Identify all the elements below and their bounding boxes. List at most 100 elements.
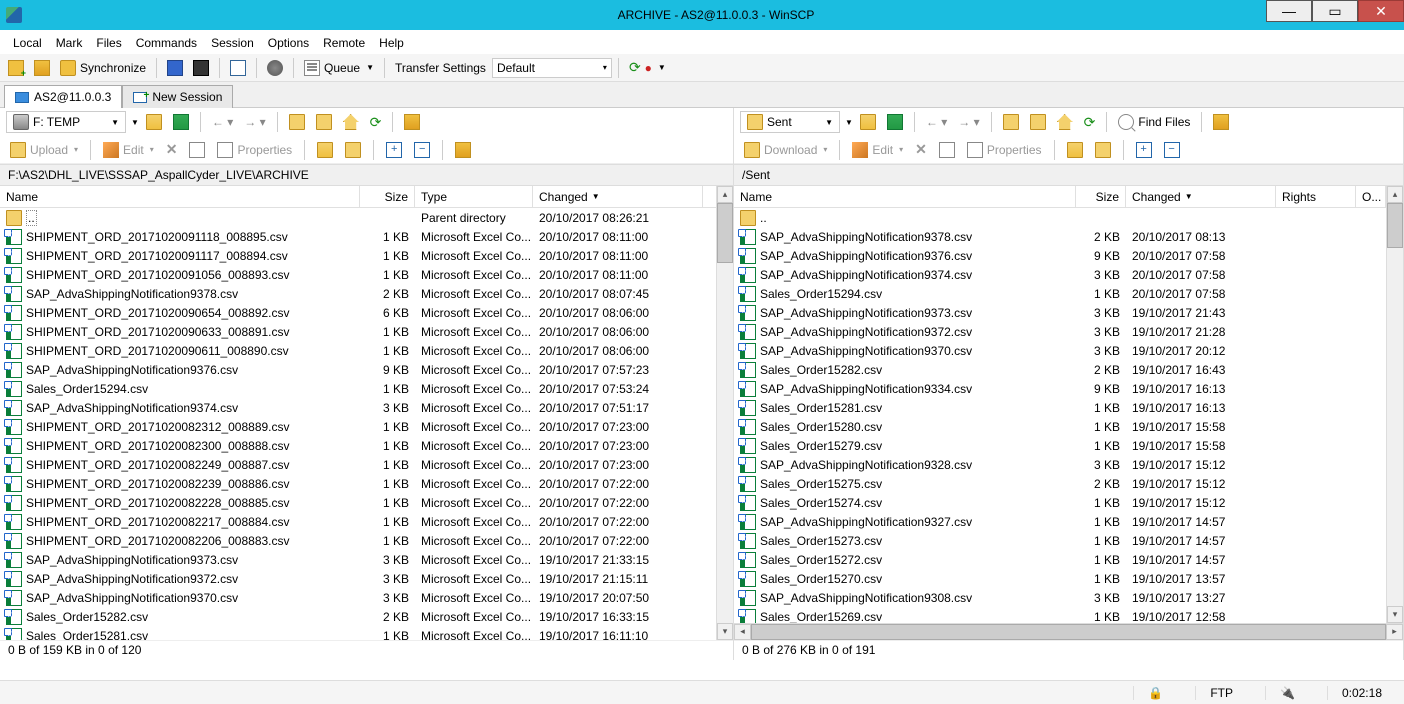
local-properties-button[interactable]: Properties bbox=[213, 140, 296, 160]
remote-home-icon[interactable] bbox=[1053, 112, 1077, 132]
local-unselectall-icon[interactable]: − bbox=[410, 140, 434, 160]
remote-history-button[interactable]: ▼ bbox=[845, 118, 853, 127]
list-item[interactable]: Sales_Order15272.csv1 KB19/10/2017 14:57 bbox=[734, 550, 1386, 569]
list-item[interactable]: SAP_AdvaShippingNotification9373.csv3 KB… bbox=[734, 303, 1386, 322]
minimize-button[interactable]: — bbox=[1266, 0, 1312, 22]
remote-hscrollbar[interactable]: ◂ ▸ bbox=[734, 623, 1403, 640]
parent-dir-row[interactable]: .. Parent directory 20/10/2017 08:26:21 bbox=[0, 208, 716, 227]
new-session-tab[interactable]: New Session bbox=[122, 85, 233, 108]
menu-session[interactable]: Session bbox=[204, 36, 261, 50]
local-newfile-icon[interactable] bbox=[341, 140, 365, 160]
local-tree-icon[interactable] bbox=[451, 140, 475, 160]
list-item[interactable]: SHIPMENT_ORD_20171020082239_008886.csv1 … bbox=[0, 474, 716, 493]
list-item[interactable]: SAP_AdvaShippingNotification9376.csv9 KB… bbox=[0, 360, 716, 379]
remote-col-rights[interactable]: Rights bbox=[1276, 186, 1356, 207]
list-item[interactable]: SAP_AdvaShippingNotification9372.csv3 KB… bbox=[0, 569, 716, 588]
list-item[interactable]: Sales_Order15281.csv1 KBMicrosoft Excel … bbox=[0, 626, 716, 640]
remote-parent-icon[interactable] bbox=[999, 112, 1023, 132]
list-item[interactable]: SHIPMENT_ORD_20171020090611_008890.csv1 … bbox=[0, 341, 716, 360]
list-item[interactable]: SAP_AdvaShippingNotification9370.csv3 KB… bbox=[0, 588, 716, 607]
maximize-button[interactable]: ▭ bbox=[1312, 0, 1358, 22]
list-item[interactable]: Sales_Order15273.csv1 KB19/10/2017 14:57 bbox=[734, 531, 1386, 550]
session-tab-active[interactable]: AS2@11.0.0.3 bbox=[4, 85, 122, 108]
preferences-icon[interactable] bbox=[263, 58, 287, 78]
transfer-settings-select[interactable]: Default▾ bbox=[492, 58, 612, 78]
list-item[interactable]: SAP_AdvaShippingNotification9378.csv2 KB… bbox=[734, 227, 1386, 246]
list-item[interactable]: Sales_Order15280.csv1 KB19/10/2017 15:58 bbox=[734, 417, 1386, 436]
remote-properties-button[interactable]: Properties bbox=[963, 140, 1046, 160]
close-button[interactable]: ✕ bbox=[1358, 0, 1404, 22]
local-home-icon[interactable] bbox=[339, 112, 363, 132]
list-item[interactable]: SAP_AdvaShippingNotification9374.csv3 KB… bbox=[734, 265, 1386, 284]
list-item[interactable]: SHIPMENT_ORD_20171020082312_008889.csv1 … bbox=[0, 417, 716, 436]
local-back-button[interactable]: ← ▾ bbox=[208, 113, 237, 131]
remote-dir-select[interactable]: Sent ▼ bbox=[740, 111, 840, 133]
remote-path[interactable]: /Sent bbox=[734, 164, 1403, 186]
list-item[interactable]: Sales_Order15294.csv1 KBMicrosoft Excel … bbox=[0, 379, 716, 398]
list-item[interactable]: SAP_AdvaShippingNotification9378.csv2 KB… bbox=[0, 284, 716, 303]
local-scrollbar[interactable]: ▴ ▾ bbox=[716, 186, 733, 640]
list-item[interactable]: Sales_Order15282.csv2 KB19/10/2017 16:43 bbox=[734, 360, 1386, 379]
local-edit-button[interactable]: Edit ▾ bbox=[99, 140, 158, 160]
remote-scrollbar[interactable]: ▴ ▾ bbox=[1386, 186, 1403, 623]
local-rename-icon[interactable] bbox=[185, 140, 209, 160]
remote-refresh-icon[interactable]: ⟳ bbox=[1080, 112, 1100, 133]
local-bookmark-icon[interactable] bbox=[169, 112, 193, 132]
list-item[interactable]: Sales_Order15281.csv1 KB19/10/2017 16:13 bbox=[734, 398, 1386, 417]
list-item[interactable]: SHIPMENT_ORD_20171020082300_008888.csv1 … bbox=[0, 436, 716, 455]
list-item[interactable]: SHIPMENT_ORD_20171020090654_008892.csv6 … bbox=[0, 303, 716, 322]
list-item[interactable]: SAP_AdvaShippingNotification9334.csv9 KB… bbox=[734, 379, 1386, 398]
remote-bookmark-icon[interactable] bbox=[883, 112, 907, 132]
list-item[interactable]: SAP_AdvaShippingNotification9370.csv3 KB… bbox=[734, 341, 1386, 360]
menu-local[interactable]: Local bbox=[6, 36, 49, 50]
remote-syncremote-icon[interactable] bbox=[1209, 112, 1233, 132]
sites-icon[interactable] bbox=[30, 58, 54, 78]
list-item[interactable]: SAP_AdvaShippingNotification9327.csv1 KB… bbox=[734, 512, 1386, 531]
remote-selectall-icon[interactable]: + bbox=[1132, 140, 1156, 160]
list-item[interactable]: SHIPMENT_ORD_20171020090633_008891.csv1 … bbox=[0, 322, 716, 341]
local-filter-icon[interactable] bbox=[142, 112, 166, 132]
remote-unselectall-icon[interactable]: − bbox=[1160, 140, 1184, 160]
local-drive-select[interactable]: F: TEMP ▼ bbox=[6, 111, 126, 133]
queue-button[interactable]: Queue ▼ bbox=[300, 58, 378, 78]
list-item[interactable]: SAP_AdvaShippingNotification9376.csv9 KB… bbox=[734, 246, 1386, 265]
synchronize-button[interactable]: Synchronize bbox=[56, 58, 150, 78]
list-item[interactable]: SAP_AdvaShippingNotification9374.csv3 KB… bbox=[0, 398, 716, 417]
menu-options[interactable]: Options bbox=[261, 36, 316, 50]
local-forward-button[interactable]: → ▾ bbox=[240, 113, 269, 131]
drive-history-button[interactable]: ▼ bbox=[131, 118, 139, 127]
list-item[interactable]: Sales_Order15274.csv1 KB19/10/2017 15:12 bbox=[734, 493, 1386, 512]
list-item[interactable]: SAP_AdvaShippingNotification9372.csv3 KB… bbox=[734, 322, 1386, 341]
local-delete-icon[interactable]: ✕ bbox=[162, 139, 182, 160]
local-root-icon[interactable] bbox=[312, 112, 336, 132]
menu-help[interactable]: Help bbox=[372, 36, 411, 50]
list-item[interactable]: Sales_Order15279.csv1 KB19/10/2017 15:58 bbox=[734, 436, 1386, 455]
remote-newfile-icon[interactable] bbox=[1091, 140, 1115, 160]
remote-delete-icon[interactable]: ✕ bbox=[911, 139, 931, 160]
list-item[interactable]: SHIPMENT_ORD_20171020082228_008885.csv1 … bbox=[0, 493, 716, 512]
list-item[interactable]: SHIPMENT_ORD_20171020082249_008887.csv1 … bbox=[0, 455, 716, 474]
download-button[interactable]: Download ▾ bbox=[740, 140, 831, 160]
terminal1-icon[interactable] bbox=[163, 58, 187, 78]
list-item[interactable]: Sales_Order15269.csv1 KB19/10/2017 12:58 bbox=[734, 607, 1386, 623]
find-files-button[interactable]: Find Files bbox=[1114, 112, 1194, 132]
remote-rename-icon[interactable] bbox=[935, 140, 959, 160]
remote-newfolder-icon[interactable] bbox=[1063, 140, 1087, 160]
remote-col-name[interactable]: Name bbox=[734, 186, 1076, 207]
list-item[interactable]: Sales_Order15270.csv1 KB19/10/2017 13:57 bbox=[734, 569, 1386, 588]
local-newfolder-icon[interactable] bbox=[313, 140, 337, 160]
remote-col-size[interactable]: Size bbox=[1076, 186, 1126, 207]
remote-forward-button[interactable]: → ▾ bbox=[954, 113, 983, 131]
list-item[interactable]: Sales_Order15275.csv2 KB19/10/2017 15:12 bbox=[734, 474, 1386, 493]
menu-files[interactable]: Files bbox=[89, 36, 128, 50]
remote-edit-button[interactable]: Edit ▾ bbox=[848, 140, 907, 160]
list-item[interactable]: SAP_AdvaShippingNotification9308.csv3 KB… bbox=[734, 588, 1386, 607]
local-col-size[interactable]: Size bbox=[360, 186, 415, 207]
menu-commands[interactable]: Commands bbox=[129, 36, 204, 50]
local-parent-icon[interactable] bbox=[285, 112, 309, 132]
list-item[interactable]: SAP_AdvaShippingNotification9373.csv3 KB… bbox=[0, 550, 716, 569]
menu-mark[interactable]: Mark bbox=[49, 36, 90, 50]
parent-dir-row[interactable]: .. bbox=[734, 208, 1386, 227]
list-item[interactable]: SHIPMENT_ORD_20171020091056_008893.csv1 … bbox=[0, 265, 716, 284]
remote-col-changed[interactable]: Changed ▼ bbox=[1126, 186, 1276, 207]
